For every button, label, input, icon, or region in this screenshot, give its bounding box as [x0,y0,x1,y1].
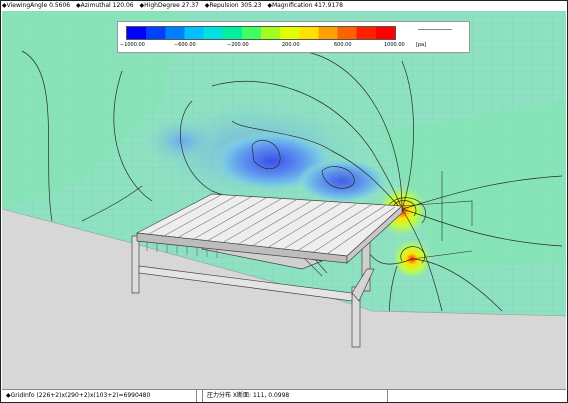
legend-line-sample [418,29,452,30]
simulation-viewport[interactable]: −1000.00 −600.00 −200.00 200.00 600.00 1… [2,11,566,389]
azimuthal-readout: ◆Azimuthal 120.06 [76,2,134,9]
pressure-field-render [2,11,566,389]
legend-tick: 1000.00 [384,42,405,48]
viewing-angle-readout: ◆ViewingAngle 0.5606 [2,2,71,9]
legend-tick: 600.00 [334,42,352,48]
grid-info-readout: ◆GridInfo (226+2)x(290+2)x(103+2)=699048… [2,390,197,402]
pressure-section-readout: 圧力分布 X断面: 111, 0.0998 [202,390,388,402]
high-degree-readout: ◆HighDegree 27.37 [139,2,199,9]
legend-unit: [pa] [416,42,427,48]
color-scale-legend: −1000.00 −600.00 −200.00 200.00 600.00 1… [117,21,470,53]
view-status-bar: ◆ViewingAngle 0.5606 ◆Azimuthal 120.06 ◆… [2,1,566,11]
legend-tick: 200.00 [282,42,300,48]
magnification-readout: ◆Magnification 417.9178 [267,2,343,9]
color-scale-bar [126,26,396,40]
legend-tick: −1000.00 [120,42,145,48]
legend-tick: −200.00 [227,42,249,48]
legend-tick: −600.00 [174,42,196,48]
app-window: ◆ViewingAngle 0.5606 ◆Azimuthal 120.06 ◆… [0,0,568,403]
info-status-bar: ◆GridInfo (226+2)x(290+2)x(103+2)=699048… [2,389,566,402]
repulsion-readout: ◆Repulsion 305.23 [204,2,262,9]
